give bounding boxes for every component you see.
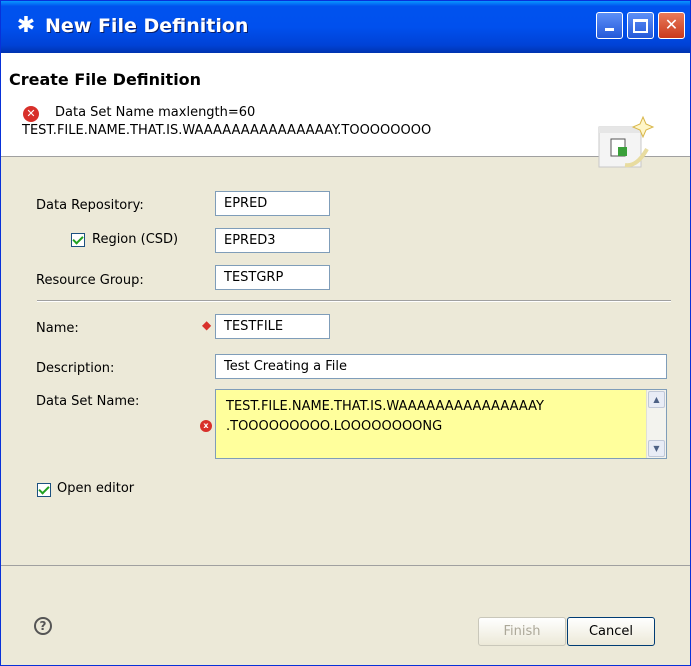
data-set-name-field[interactable]: TEST.FILE.NAME.THAT.IS.WAAAAAAAAAAAAAAAY… xyxy=(215,389,667,459)
region-field[interactable]: EPRED3 xyxy=(215,228,330,253)
minimize-icon xyxy=(605,28,614,31)
data-set-name-label: Data Set Name: xyxy=(36,394,140,409)
data-repository-label: Data Repository: xyxy=(36,198,144,213)
data-repository-field[interactable]: EPRED xyxy=(215,191,330,216)
maximize-icon xyxy=(633,19,648,33)
scroll-up-icon[interactable]: ▲ xyxy=(648,391,665,408)
data-set-name-text: TEST.FILE.NAME.THAT.IS.WAAAAAAAAAAAAAAAY… xyxy=(226,397,544,437)
required-field-marker: ◆ xyxy=(202,318,212,332)
region-label: Region (CSD) xyxy=(92,232,179,247)
open-editor-label: Open editor xyxy=(57,481,135,496)
vertical-scrollbar[interactable]: ▲ ▼ xyxy=(646,390,666,458)
finish-button[interactable]: Finish xyxy=(478,617,566,646)
open-editor-checkbox[interactable] xyxy=(37,483,51,497)
scroll-down-icon[interactable]: ▼ xyxy=(648,440,665,457)
field-error-icon: x xyxy=(200,420,212,432)
close-button[interactable]: ✕ xyxy=(658,12,685,39)
resource-group-field[interactable]: TESTGRP xyxy=(215,265,330,290)
title-bar[interactable]: ✱ New File Definition ✕ xyxy=(1,1,690,53)
close-icon: ✕ xyxy=(664,15,679,34)
cancel-button[interactable]: Cancel xyxy=(567,617,655,646)
description-field[interactable]: Test Creating a File xyxy=(215,354,667,379)
data-set-name-line: .TOOOOOOOOO.LOOOOOOOONG xyxy=(226,419,443,434)
data-set-name-line: TEST.FILE.NAME.THAT.IS.WAAAAAAAAAAAAAAAY xyxy=(226,399,544,414)
wizard-banner: Create File Definition ✕ Data Set Name m… xyxy=(1,53,690,168)
window-title: New File Definition xyxy=(45,15,249,37)
error-message-detail: TEST.FILE.NAME.THAT.IS.WAAAAAAAAAAAAAAAY… xyxy=(22,123,432,138)
name-label: Name: xyxy=(36,321,79,336)
error-icon: ✕ xyxy=(23,106,39,122)
name-field[interactable]: TESTFILE xyxy=(215,314,330,339)
error-message: Data Set Name maxlength=60 xyxy=(55,105,256,120)
maximize-button[interactable] xyxy=(627,12,654,39)
region-checkbox[interactable] xyxy=(71,233,85,247)
minimize-button[interactable] xyxy=(596,12,623,39)
wizard-star-icon: ✱ xyxy=(16,13,36,38)
dialog-window: ✱ New File Definition ✕ Create File Defi… xyxy=(0,0,691,666)
description-label: Description: xyxy=(36,361,115,376)
resource-group-label: Resource Group: xyxy=(36,273,144,288)
page-title: Create File Definition xyxy=(9,70,202,89)
footer-separator xyxy=(1,565,690,566)
section-separator xyxy=(37,300,671,302)
help-icon[interactable]: ? xyxy=(34,617,52,635)
form-area: Data Repository: EPRED Region (CSD) EPRE… xyxy=(1,157,690,565)
